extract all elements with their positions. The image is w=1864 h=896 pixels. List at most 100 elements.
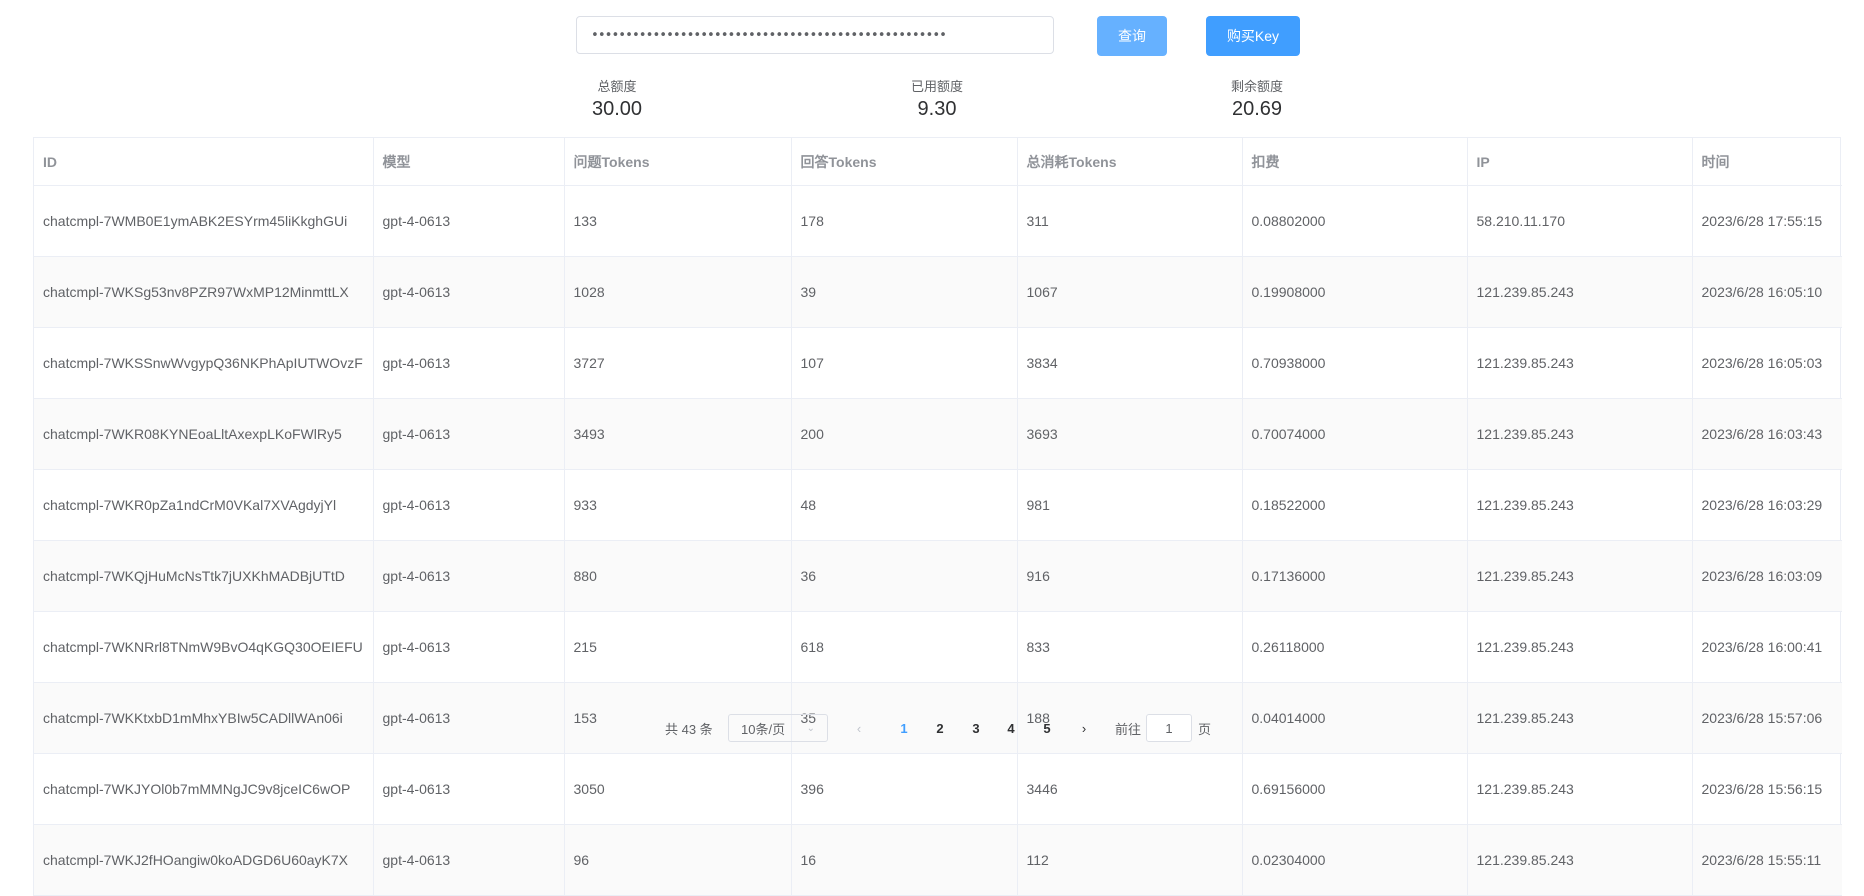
cell-ip: 121.239.85.243 — [1467, 469, 1693, 541]
header-model: 模型 — [373, 138, 565, 186]
cell-id: chatcmpl-7WKSSnwWvgypQ36NKPhApIUTWOvzF — [34, 327, 374, 399]
cell-model: gpt-4-0613 — [373, 469, 565, 541]
header-completion-tokens: 回答Tokens — [791, 138, 1018, 186]
cell-id: chatcmpl-7WMB0E1ymABK2ESYrm45liKkghGUi — [34, 185, 374, 257]
cell-prompt-tokens: 1028 — [564, 256, 792, 328]
cell-id: chatcmpl-7WKJ2fHOangiw0koADGD6U60ayK7X — [34, 824, 374, 896]
cell-id: chatcmpl-7WKR08KYNEoaLltAxexpLKoFWlRy5 — [34, 398, 374, 470]
cell-total-tokens: 916 — [1017, 540, 1243, 612]
cell-ip: 121.239.85.243 — [1467, 256, 1693, 328]
header-total-tokens: 总消耗Tokens — [1017, 138, 1243, 186]
cell-completion-tokens: 16 — [791, 824, 1018, 896]
page-size-select[interactable]: 10条/页 ⌄ — [728, 714, 828, 742]
page-button-3[interactable]: 3 — [961, 713, 991, 743]
cell-completion-tokens: 36 — [791, 540, 1018, 612]
pagination: 共 43 条 10条/页 ⌄ ‹ 1 2 3 4 5 › 前往 页 — [0, 713, 1864, 743]
table-row: chatcmpl-7WKJ2fHOangiw0koADGD6U60ayK7X gp… — [34, 824, 1842, 896]
cell-ip: 121.239.85.243 — [1467, 824, 1693, 896]
cell-model: gpt-4-0613 — [373, 185, 565, 257]
pagination-total: 共 43 条 — [665, 721, 713, 737]
page-button-4[interactable]: 4 — [996, 713, 1026, 743]
cell-total-tokens: 3693 — [1017, 398, 1243, 470]
table-row: chatcmpl-7WKSg53nv8PZR97WxMP12MinmttLX gp… — [34, 256, 1842, 328]
goto-label: 前往 — [1115, 721, 1142, 737]
table-row: chatcmpl-7WKSSnwWvgypQ36NKPhApIUTWOvzF gp… — [34, 327, 1842, 399]
buy-key-button[interactable]: 购买Key — [1206, 16, 1300, 56]
cell-model: gpt-4-0613 — [373, 753, 565, 825]
cell-time: 2023/6/28 16:00:41 — [1692, 611, 1842, 683]
cell-charge: 0.17136000 — [1242, 540, 1468, 612]
cell-ip: 121.239.85.243 — [1467, 327, 1693, 399]
table-row: chatcmpl-7WKR0pZa1ndCrM0VKal7XVAgdyjYl gp… — [34, 469, 1842, 541]
table-row: chatcmpl-7WKNRrl8TNmW9BvO4qKGQ30OEIEFU gp… — [34, 611, 1842, 683]
cell-model: gpt-4-0613 — [373, 256, 565, 328]
cell-prompt-tokens: 3050 — [564, 753, 792, 825]
cell-model: gpt-4-0613 — [373, 540, 565, 612]
remaining-quota-stat: 剩余额度 20.69 — [1167, 76, 1347, 121]
remaining-quota-label: 剩余额度 — [1230, 79, 1283, 94]
cell-total-tokens: 3834 — [1017, 327, 1243, 399]
used-quota-value: 9.30 — [917, 98, 957, 120]
key-input[interactable] — [576, 16, 1054, 54]
cell-total-tokens: 311 — [1017, 185, 1243, 257]
cell-model: gpt-4-0613 — [373, 327, 565, 399]
page-button-5[interactable]: 5 — [1032, 713, 1062, 743]
total-quota-label: 总额度 — [597, 79, 637, 94]
page-button-1[interactable]: 1 — [889, 713, 919, 743]
cell-model: gpt-4-0613 — [373, 398, 565, 470]
cell-prompt-tokens: 3493 — [564, 398, 792, 470]
cell-ip: 121.239.85.243 — [1467, 398, 1693, 470]
cell-ip: 58.210.11.170 — [1467, 185, 1693, 257]
cell-completion-tokens: 39 — [791, 256, 1018, 328]
prev-page-icon[interactable]: ‹ — [844, 713, 874, 743]
cell-id: chatcmpl-7WKSg53nv8PZR97WxMP12MinmttLX — [34, 256, 374, 328]
cell-ip: 121.239.85.243 — [1467, 540, 1693, 612]
cell-completion-tokens: 200 — [791, 398, 1018, 470]
cell-model: gpt-4-0613 — [373, 611, 565, 683]
cell-charge: 0.70938000 — [1242, 327, 1468, 399]
cell-ip: 121.239.85.243 — [1467, 611, 1693, 683]
cell-charge: 0.26118000 — [1242, 611, 1468, 683]
cell-charge: 0.70074000 — [1242, 398, 1468, 470]
cell-total-tokens: 3446 — [1017, 753, 1243, 825]
cell-completion-tokens: 48 — [791, 469, 1018, 541]
cell-ip: 121.239.85.243 — [1467, 753, 1693, 825]
page-button-2[interactable]: 2 — [925, 713, 955, 743]
cell-completion-tokens: 396 — [791, 753, 1018, 825]
cell-time: 2023/6/28 16:05:03 — [1692, 327, 1842, 399]
cell-id: chatcmpl-7WKNRrl8TNmW9BvO4qKGQ30OEIEFU — [34, 611, 374, 683]
cell-time: 2023/6/28 16:03:09 — [1692, 540, 1842, 612]
cell-time: 2023/6/28 16:03:43 — [1692, 398, 1842, 470]
next-page-icon[interactable]: › — [1069, 713, 1099, 743]
cell-completion-tokens: 618 — [791, 611, 1018, 683]
header-charge: 扣费 — [1242, 138, 1468, 186]
cell-prompt-tokens: 933 — [564, 469, 792, 541]
cell-charge: 0.19908000 — [1242, 256, 1468, 328]
cell-id: chatcmpl-7WKQjHuMcNsTtk7jUXKhMADBjUTtD — [34, 540, 374, 612]
chevron-down-icon: ⌄ — [806, 722, 815, 734]
used-quota-label: 已用额度 — [910, 79, 963, 94]
goto-page-input[interactable] — [1146, 714, 1192, 742]
used-quota-stat: 已用额度 9.30 — [847, 76, 1027, 121]
table-row: chatcmpl-7WKR08KYNEoaLltAxexpLKoFWlRy5 gp… — [34, 398, 1842, 470]
table-row: chatcmpl-7WKQjHuMcNsTtk7jUXKhMADBjUTtD gp… — [34, 540, 1842, 612]
query-button[interactable]: 查询 — [1097, 16, 1167, 56]
cell-time: 2023/6/28 16:03:29 — [1692, 469, 1842, 541]
header-prompt-tokens: 问题Tokens — [564, 138, 792, 186]
cell-completion-tokens: 107 — [791, 327, 1018, 399]
table-row: chatcmpl-7WKJYOl0b7mMMNgJC9v8jceIC6wOP gp… — [34, 753, 1842, 825]
cell-total-tokens: 112 — [1017, 824, 1243, 896]
cell-model: gpt-4-0613 — [373, 824, 565, 896]
cell-charge: 0.69156000 — [1242, 753, 1468, 825]
cell-completion-tokens: 178 — [791, 185, 1018, 257]
total-quota-value: 30.00 — [591, 98, 643, 120]
cell-time: 2023/6/28 16:05:10 — [1692, 256, 1842, 328]
cell-charge: 0.02304000 — [1242, 824, 1468, 896]
table-row: chatcmpl-7WMB0E1ymABK2ESYrm45liKkghGUi gp… — [34, 185, 1842, 257]
cell-time: 2023/6/28 15:55:11 — [1692, 824, 1842, 896]
cell-prompt-tokens: 133 — [564, 185, 792, 257]
remaining-quota-value: 20.69 — [1231, 98, 1283, 120]
cell-prompt-tokens: 3727 — [564, 327, 792, 399]
cell-id: chatcmpl-7WKR0pZa1ndCrM0VKal7XVAgdyjYl — [34, 469, 374, 541]
header-ip: IP — [1467, 138, 1693, 186]
